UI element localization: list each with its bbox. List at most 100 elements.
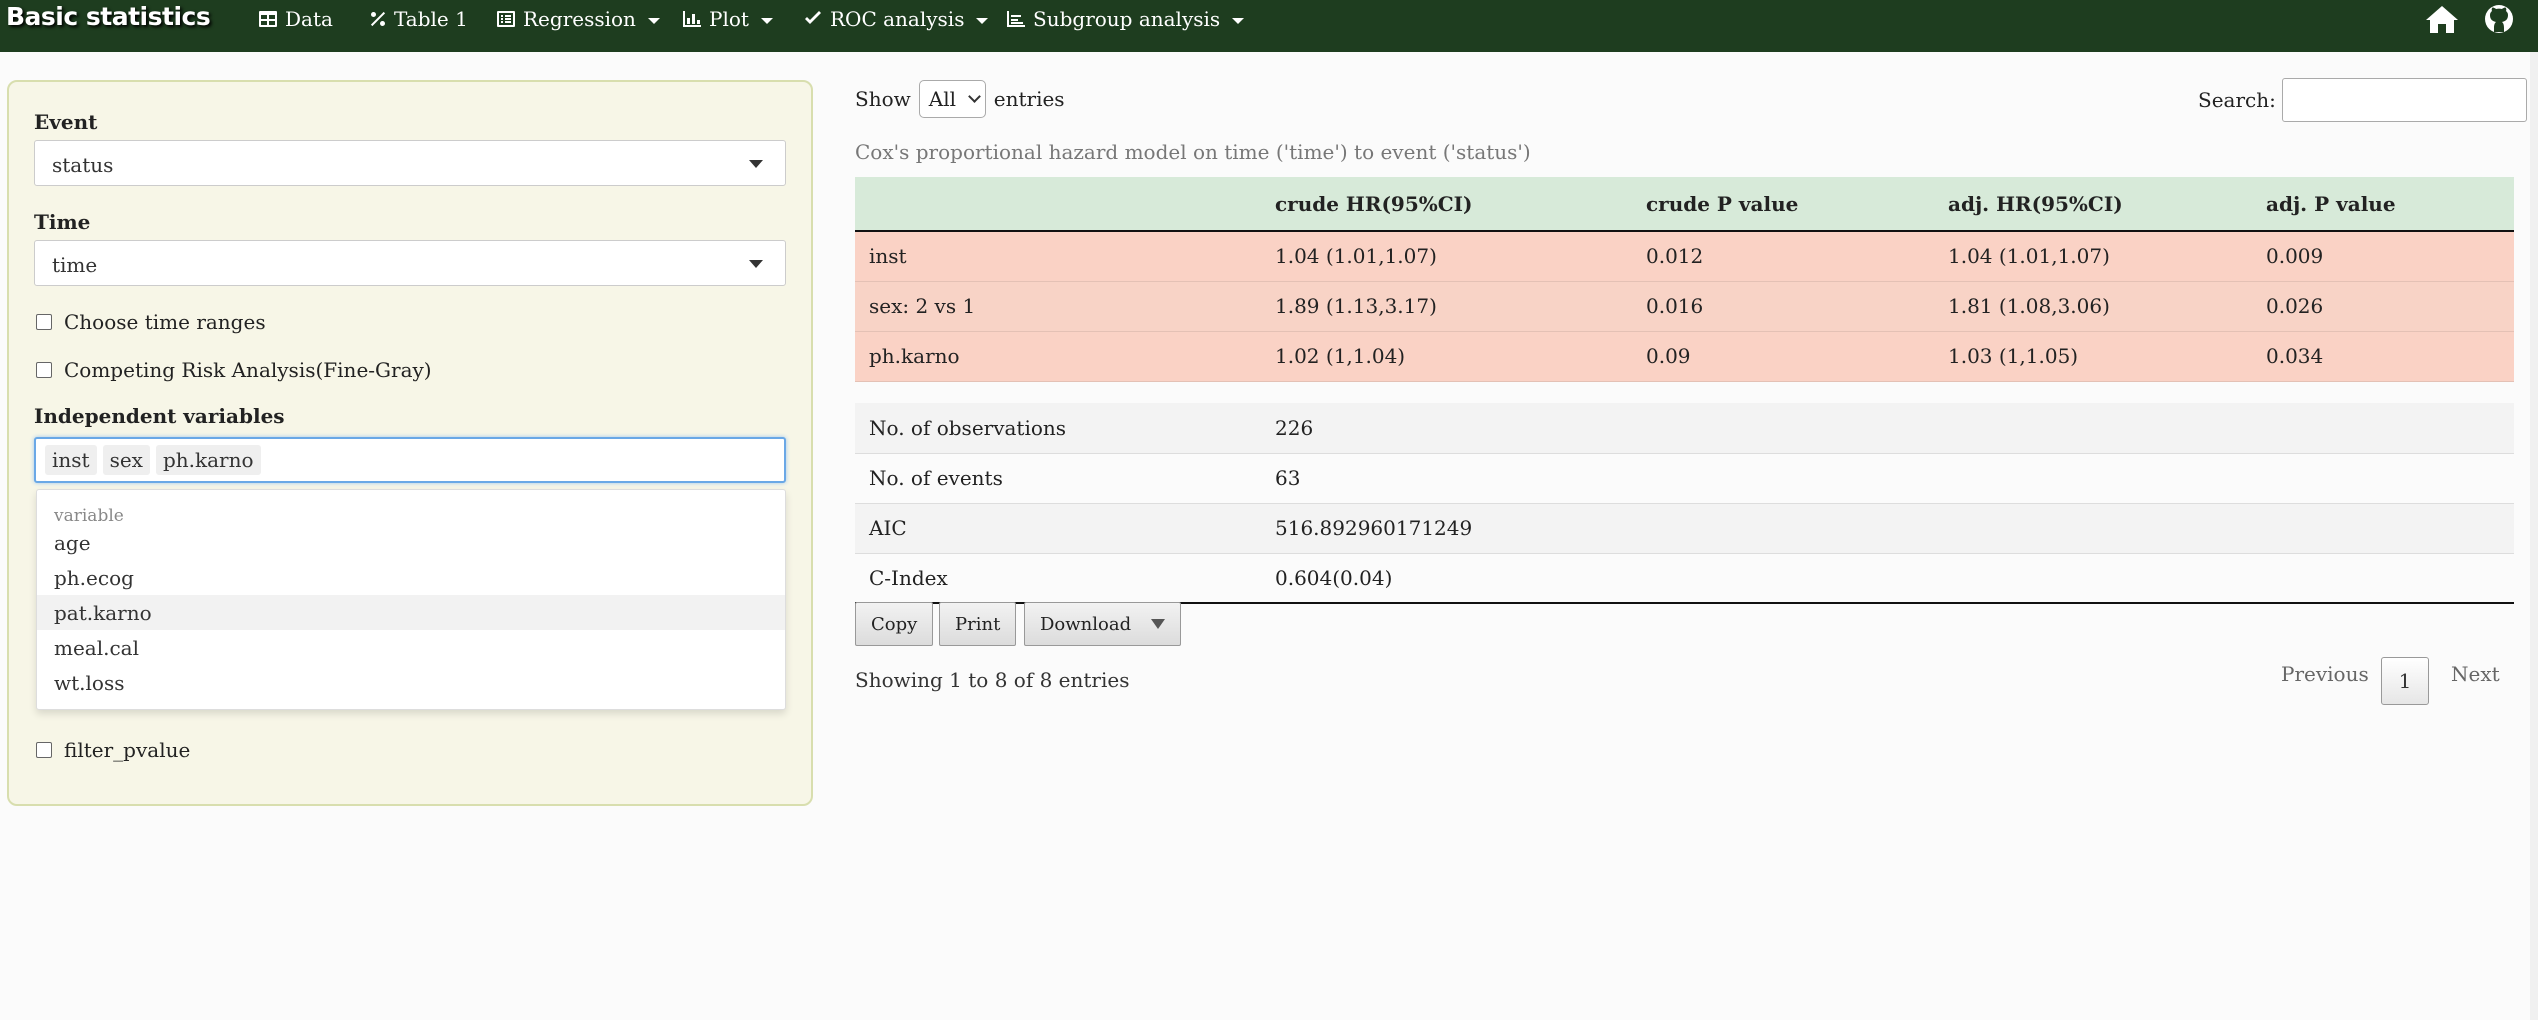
table-cell: inst [855, 231, 1261, 282]
previous-page-button[interactable]: Previous [2281, 662, 2369, 686]
chevron-down-icon [976, 17, 989, 24]
app-brand[interactable]: Basic statistics [6, 2, 211, 31]
results-table: crude HR(95%CI) crude P value adj. HR(95… [855, 177, 2514, 604]
table-search: Search: [2198, 78, 2527, 122]
next-page-button[interactable]: Next [2451, 662, 2500, 686]
competing-risk-label: Competing Risk Analysis(Fine-Gray) [64, 358, 432, 382]
caret-down-icon [1151, 619, 1166, 629]
table-cell: 0.012 [1632, 231, 1934, 282]
choose-time-ranges-checkbox[interactable]: Choose time ranges [36, 310, 266, 334]
nav-table1[interactable]: Table 1 [370, 5, 468, 33]
nav-subgroup[interactable]: Subgroup analysis [1007, 5, 1245, 33]
table-cell: 0.09 [1632, 331, 1934, 382]
column-header[interactable]: crude HR(95%CI) [1261, 177, 1632, 232]
column-header[interactable]: crude P value [1632, 177, 1934, 232]
nav-regression[interactable]: Regression [497, 5, 660, 33]
nav-subgroup-label: Subgroup analysis [1033, 7, 1221, 31]
home-icon[interactable] [2425, 4, 2459, 38]
table-spacer-row [855, 381, 2514, 403]
table-cell: 1.02 (1,1.04) [1261, 331, 1632, 382]
length-control: Show All entries [855, 80, 1065, 118]
table-cell: No. of events [855, 453, 1261, 504]
page-number: 1 [2398, 669, 2412, 693]
nav-plot-label: Plot [709, 7, 749, 31]
table-row: No. of events 63 [855, 453, 2514, 504]
chevron-down-icon [968, 90, 981, 103]
dropdown-group-header: variable [54, 506, 124, 526]
table-cell: 226 [1261, 403, 2514, 454]
table-row: ph.karno 1.02 (1,1.04) 0.09 1.03 (1,1.05… [855, 331, 2514, 382]
table-cell: 0.026 [2252, 281, 2514, 332]
table-cell: 63 [1261, 453, 2514, 504]
copy-button[interactable]: Copy [855, 602, 934, 646]
table-cell: 1.03 (1,1.05) [1934, 331, 2252, 382]
print-button-label: Print [955, 613, 1001, 635]
competing-risk-checkbox[interactable]: Competing Risk Analysis(Fine-Gray) [36, 358, 432, 382]
print-button[interactable]: Print [939, 602, 1017, 646]
choose-time-ranges-label: Choose time ranges [64, 310, 266, 334]
line-chart-icon [1007, 11, 1025, 27]
dropdown-option-highlighted[interactable]: pat.karno [37, 595, 785, 630]
table-cell: AIC [855, 503, 1261, 554]
table-row: No. of observations 226 [855, 403, 2514, 454]
table-cell: 1.89 (1.13,3.17) [1261, 281, 1632, 332]
column-header[interactable]: adj. P value [2252, 177, 2514, 232]
dropdown-option[interactable]: age [37, 525, 785, 560]
dropdown-option[interactable]: wt.loss [37, 665, 785, 700]
search-label: Search: [2198, 88, 2276, 112]
top-navbar: Basic statistics Data Table 1 Regression [0, 0, 2538, 52]
bar-chart-icon [683, 11, 701, 27]
page-1-button[interactable]: 1 [2381, 657, 2429, 705]
chevron-down-icon [1232, 17, 1245, 24]
table-cell: C-Index [855, 553, 1261, 604]
filter-pvalue-checkbox[interactable]: filter_pvalue [36, 738, 190, 762]
chevron-down-icon [760, 17, 773, 24]
table-row: AIC 516.892960171249 [855, 503, 2514, 554]
download-button-label: Download [1040, 613, 1132, 635]
event-select[interactable]: status [34, 140, 786, 186]
selected-var-chip[interactable]: sex [102, 445, 150, 475]
filter-pvalue-label: filter_pvalue [64, 738, 191, 762]
vertical-scrollbar[interactable] [2530, 52, 2538, 1020]
checkbox-box[interactable] [36, 314, 52, 330]
dropdown-option[interactable]: meal.cal [37, 630, 785, 665]
variables-dropdown: variable age ph.ecog pat.karno meal.cal … [36, 489, 786, 710]
checkbox-box[interactable] [36, 742, 52, 758]
github-icon[interactable] [2484, 4, 2514, 38]
percent-icon [370, 11, 386, 27]
length-select[interactable]: All [918, 80, 986, 118]
length-select-value: All [928, 87, 956, 111]
table-cell: 516.892960171249 [1261, 503, 2514, 554]
copy-button-label: Copy [871, 613, 918, 635]
entries-label: entries [993, 87, 1065, 111]
time-select[interactable]: time [34, 240, 786, 286]
column-header[interactable] [855, 177, 1261, 232]
time-select-value: time [52, 253, 98, 277]
nav-plot[interactable]: Plot [683, 5, 773, 33]
table-row: sex: 2 vs 1 1.89 (1.13,3.17) 0.016 1.81 … [855, 281, 2514, 332]
nav-roc-label: ROC analysis [830, 7, 965, 31]
selected-var-chip[interactable]: inst [45, 445, 97, 475]
table-icon [259, 11, 277, 27]
column-header[interactable]: adj. HR(95%CI) [1934, 177, 2252, 232]
table-cell: 0.034 [2252, 331, 2514, 382]
table-cell: 1.04 (1.01,1.07) [1934, 231, 2252, 282]
independent-variables-input[interactable]: inst sex ph.karno [34, 437, 786, 483]
table-cell: ph.karno [855, 331, 1261, 382]
independent-variables-label: Independent variables [34, 404, 285, 428]
table-cell: 1.81 (1.08,3.06) [1934, 281, 2252, 332]
show-label: Show [855, 87, 911, 111]
table-cell: sex: 2 vs 1 [855, 281, 1261, 332]
download-button[interactable]: Download [1024, 602, 1182, 646]
table-cell: No. of observations [855, 403, 1261, 454]
table-row: C-Index 0.604(0.04) [855, 553, 2514, 604]
checkbox-box[interactable] [36, 362, 52, 378]
nav-roc[interactable]: ROC analysis [804, 5, 989, 33]
dropdown-option[interactable]: ph.ecog [37, 560, 785, 595]
time-label: Time [34, 210, 91, 234]
chevron-down-icon [647, 17, 660, 24]
event-select-value: status [52, 153, 114, 177]
selected-var-chip[interactable]: ph.karno [155, 445, 261, 475]
nav-data[interactable]: Data [259, 5, 333, 33]
search-input[interactable] [2281, 78, 2527, 122]
